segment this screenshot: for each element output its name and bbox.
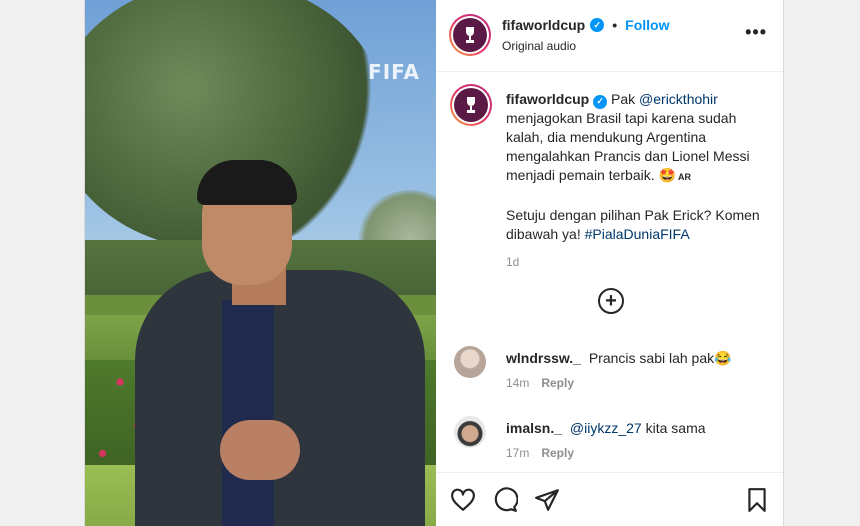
comment-text: imalsn._ @iiykzz_27 kita sama <box>506 420 766 436</box>
caption-body: menjagokan Brasil tapi karena sudah kala… <box>506 110 750 183</box>
header-account-row: fifaworldcup ✓ • Follow <box>502 17 669 33</box>
trophy-icon <box>453 18 487 52</box>
flag-label: AR <box>677 172 691 182</box>
comment-mention[interactable]: @iiykzz_27 <box>570 420 642 436</box>
person-hair <box>197 160 297 205</box>
caption-emoji: 🤩 <box>658 167 676 183</box>
post-header: fifaworldcup ✓ • Follow Original audio •… <box>436 0 783 72</box>
comment-text: wlndrssw._ Prancis sabi lah pak😂 <box>506 350 766 367</box>
separator-dot: • <box>612 17 618 33</box>
trophy-icon <box>454 88 488 122</box>
audio-label[interactable]: Original audio <box>502 39 576 53</box>
post-video[interactable]: FIFA <box>85 0 436 526</box>
caption-text: fifaworldcup ✓ Pak @erickthohir menjagok… <box>506 90 766 272</box>
verified-icon: ✓ <box>593 94 608 109</box>
person-jacket <box>135 270 425 526</box>
post-modal: FIFA fifaworldcup ✓ • Follow Original au… <box>84 0 784 526</box>
commenter-avatar[interactable] <box>454 416 486 448</box>
share-icon[interactable] <box>534 487 560 513</box>
add-circle-icon[interactable]: + <box>598 288 624 314</box>
follow-button[interactable]: Follow <box>625 17 669 33</box>
verified-icon: ✓ <box>590 18 605 32</box>
person-hands <box>220 420 300 480</box>
person-shirt <box>222 300 274 526</box>
post-details: fifaworldcup ✓ • Follow Original audio •… <box>436 0 783 526</box>
caption-time[interactable]: 1d <box>506 253 766 272</box>
fifa-watermark: FIFA <box>368 60 420 84</box>
more-icon[interactable]: ••• <box>745 22 767 43</box>
reply-button[interactable]: Reply <box>541 376 574 390</box>
heart-icon[interactable] <box>450 487 476 513</box>
caption-mention[interactable]: @erickthohir <box>639 91 718 107</box>
caption-avatar[interactable] <box>450 84 492 126</box>
comment-icon[interactable] <box>492 487 518 513</box>
caption-username[interactable]: fifaworldcup <box>506 91 589 107</box>
caption-lead: Pak <box>611 91 640 107</box>
commenter-avatar[interactable] <box>454 346 486 378</box>
comment-username[interactable]: imalsn._ <box>506 420 562 436</box>
reply-button[interactable]: Reply <box>541 446 574 460</box>
comment-meta: 14m Reply <box>506 376 574 390</box>
comment-username[interactable]: wlndrssw._ <box>506 350 581 366</box>
account-username[interactable]: fifaworldcup <box>502 17 585 33</box>
comment-time[interactable]: 14m <box>506 376 529 390</box>
bookmark-icon[interactable] <box>744 487 770 513</box>
comment-body: kita sama <box>641 420 706 436</box>
action-bar <box>436 472 783 526</box>
account-avatar[interactable] <box>449 14 491 56</box>
comment-time[interactable]: 17m <box>506 446 529 460</box>
caption-hashtag[interactable]: #PialaDuniaFIFA <box>585 226 690 242</box>
comment-meta: 17m Reply <box>506 446 574 460</box>
comment-body: Prancis sabi lah pak😂 <box>588 350 732 366</box>
